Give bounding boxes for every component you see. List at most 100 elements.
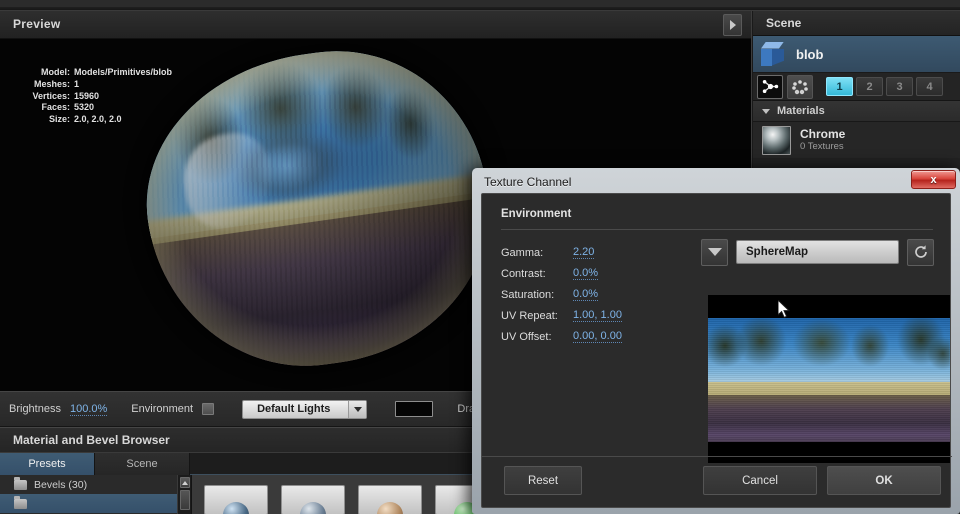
tab-scene[interactable]: Scene [95,453,190,475]
model-info-label: Meshes: [33,78,70,89]
model-info-row: Faces: 5320 [18,102,172,114]
dialog-footer-divider [482,456,952,457]
close-icon[interactable]: x [911,170,956,189]
material-texture-count: 0 Textures [800,141,844,152]
cancel-button[interactable]: Cancel [703,466,817,495]
material-tile[interactable] [281,485,345,514]
chevron-down-icon [348,400,367,418]
dialog-body: Environment Gamma: 2.20 Contrast: 0.0% S… [481,193,953,508]
scene-tab-2[interactable]: 2 [856,77,883,96]
model-info-label: Model: [41,67,70,77]
folder-icon [14,495,27,509]
environment-label: Environment [131,403,194,415]
scene-tab-3[interactable]: 3 [886,77,913,96]
mouse-cursor-icon [778,300,791,319]
brightness-label: Brightness [9,403,61,415]
property-row-saturation: Saturation: 0.0% [501,284,701,305]
lights-select-value: Default Lights [257,403,331,415]
material-tile[interactable] [358,485,422,514]
lights-ring-icon[interactable] [787,74,813,99]
texture-channel-dialog: Texture Channel x Environment Gamma: 2.2… [472,168,960,514]
property-value[interactable]: 0.0% [573,288,599,301]
window-top-strip [0,0,960,7]
dialog-title: Texture Channel [484,175,572,189]
material-name: Chrome [800,127,846,141]
property-label: Saturation: [501,288,555,301]
property-list: Gamma: 2.20 Contrast: 0.0% Saturation: 0… [501,242,701,347]
property-value[interactable]: 2.20 [573,246,595,259]
tree-item-label: Bevels (30) [34,478,88,491]
scene-number-tabs: 1 2 3 4 [826,77,943,96]
texture-controls: SphereMap [701,237,953,267]
environment-panorama-image [708,318,950,442]
property-label: UV Offset: [501,330,552,343]
scene-item-blob[interactable]: blob [753,36,960,73]
background-color-swatch[interactable] [395,401,434,417]
model-info-row: Model: Models/Primitives/blob [18,67,172,79]
tree-scrollbar[interactable] [177,475,191,514]
texture-name-input[interactable]: SphereMap [736,240,899,264]
dialog-titlebar[interactable]: Texture Channel x [475,170,957,195]
dialog-section-title: Environment [501,208,572,220]
property-row-uv-repeat: UV Repeat: 1.00, 1.00 [501,305,701,326]
lights-select[interactable]: Default Lights [242,399,368,419]
property-value[interactable]: 0.0% [573,267,599,280]
chevron-down-icon[interactable] [701,238,728,266]
triangle-right-icon[interactable] [723,14,742,36]
material-tile[interactable] [204,485,268,514]
brightness-value[interactable]: 100.0% [69,403,108,416]
property-label: UV Repeat: [501,309,558,322]
scene-tab-1[interactable]: 1 [826,77,853,96]
property-value[interactable]: 0.00, 0.00 [573,330,622,343]
environment-checkbox[interactable] [202,403,215,415]
model-info-row: Meshes: 1 [18,79,172,91]
scene-tab-4[interactable]: 4 [916,77,943,96]
refresh-icon[interactable] [907,238,934,266]
model-info-value: 15960 [74,90,100,101]
tree-item-bevels[interactable]: Bevels (30) [0,475,191,494]
preview-header: Preview [0,11,751,39]
model-info-row: Vertices: 15960 [18,91,172,103]
scroll-up-icon[interactable] [180,477,190,488]
cube-icon [760,41,785,67]
tab-presets[interactable]: Presets [0,453,95,475]
scene-header: Scene [753,11,960,36]
ok-button[interactable]: OK [827,466,941,495]
model-info-value: 1 [74,78,80,89]
reset-button[interactable]: Reset [504,466,582,495]
material-list-item[interactable]: Chrome 0 Textures [753,122,960,158]
caret-down-icon [762,108,770,114]
model-info-label: Size: [48,114,70,125]
tree-item-selected[interactable] [0,494,191,513]
material-item-text: Chrome 0 Textures [800,127,845,153]
scene-toolbar: 1 2 3 4 [753,73,960,101]
close-icon-glyph: x [930,173,937,186]
materials-section-header[interactable]: Materials [753,101,960,122]
property-label: Gamma: [501,246,544,259]
preview-title: Preview [13,17,61,31]
nodes-icon[interactable] [757,74,783,99]
property-row-uv-offset: UV Offset: 0.00, 0.00 [501,326,701,347]
dialog-button-row: Reset Cancel OK [482,466,952,506]
property-label: Contrast: [501,267,546,280]
model-info-value: Models/Primitives/blob [74,67,173,77]
folder-icon [14,476,27,490]
model-info-value: 5320 [74,102,95,113]
scrollbar-thumb[interactable] [180,490,190,510]
model-info-overlay: Model: Models/Primitives/blob Meshes: 1 … [18,67,172,126]
property-row-gamma: Gamma: 2.20 [501,242,701,263]
scene-title: Scene [766,16,802,30]
model-info-row: Size: 2.0, 2.0, 2.0 [18,114,172,126]
chrome-sphere-thumbnail [762,125,791,155]
materials-section-label: Materials [777,105,825,117]
environment-texture-preview[interactable] [708,295,950,463]
browser-tree-pane: Bevels (30) [0,475,192,514]
model-info-value: 2.0, 2.0, 2.0 [74,114,122,125]
model-render-blob[interactable] [128,39,508,387]
application-window: Preview Model: Models/Primitives/blob Me… [0,0,960,514]
property-value[interactable]: 1.00, 1.00 [573,309,622,322]
model-info-label: Faces: [41,102,70,113]
scene-item-label: blob [796,46,824,62]
model-info-label: Vertices: [32,90,70,101]
property-row-contrast: Contrast: 0.0% [501,263,701,284]
